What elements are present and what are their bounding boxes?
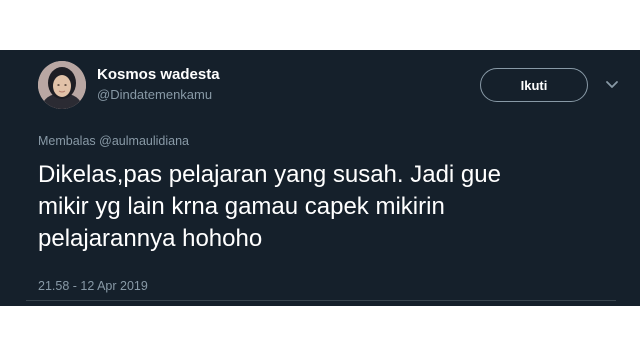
tweet-text: Dikelas,pas pelajaran yang susah. Jadi g… — [38, 161, 501, 252]
avatar[interactable] — [38, 61, 86, 109]
chevron-down-icon[interactable] — [605, 79, 619, 91]
avatar-image — [38, 61, 86, 109]
tweet-card: Kosmos wadesta @Dindatemenkamu Ikuti Mem… — [0, 50, 640, 306]
tweet-timestamp[interactable]: 21.58 - 12 Apr 2019 — [38, 279, 148, 293]
divider — [26, 300, 616, 301]
author-name[interactable]: Kosmos wadesta — [97, 66, 220, 83]
follow-button-label: Ikuti — [520, 77, 548, 93]
reply-context: Membalas @aulmaulidiana — [38, 134, 189, 148]
follow-button[interactable]: Ikuti — [480, 68, 588, 102]
reply-mention-link[interactable]: @aulmaulidiana — [99, 134, 189, 148]
reply-prefix: Membalas — [38, 134, 96, 148]
author-handle[interactable]: @Dindatemenkamu — [97, 87, 212, 102]
